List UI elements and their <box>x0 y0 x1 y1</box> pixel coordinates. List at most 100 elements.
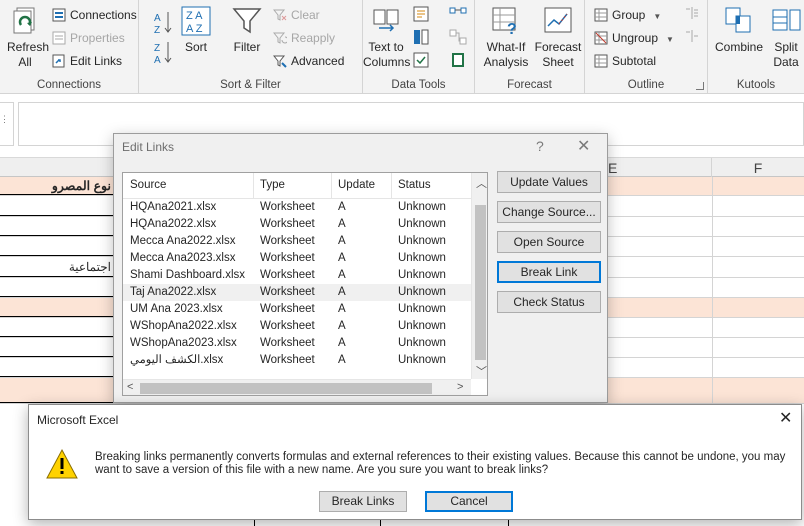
link-row[interactable]: Mecca Ana2022.xlsx Worksheet A Unknown <box>123 233 471 250</box>
sort-button[interactable]: Z AA Z Sort <box>179 6 213 55</box>
consolidate-icon[interactable] <box>449 6 467 22</box>
grid-cell[interactable]: اجتماعية <box>0 257 114 277</box>
change-source-button[interactable]: Change Source... <box>497 201 601 223</box>
cell-a1-text: نوع المصرو <box>51 179 111 193</box>
cell-a5-text: اجتماعية <box>68 260 111 274</box>
link-row[interactable]: HQAna2022.xlsx Worksheet A Unknown <box>123 216 471 233</box>
refresh-all-button[interactable]: Refresh All <box>2 6 49 70</box>
scroll-up-icon[interactable]: ︿ <box>476 175 487 191</box>
link-row[interactable]: Mecca Ana2023.xlsx Worksheet A Unknown <box>123 250 471 267</box>
open-source-button[interactable]: Open Source <box>497 231 601 253</box>
scroll-down-icon[interactable]: ﹀ <box>476 363 487 379</box>
advanced-button[interactable]: Advanced <box>273 51 344 71</box>
header-status[interactable]: Status <box>398 179 431 191</box>
vertical-scroll-thumb[interactable] <box>475 205 486 360</box>
links-list[interactable]: Source Type Update Status HQAna2021.xlsx… <box>122 172 488 396</box>
forecast-group: ? What-If Analysis Forecast Sheet Foreca… <box>475 0 585 94</box>
break-link-button[interactable]: Break Link <box>497 261 601 283</box>
horizontal-scroll-thumb[interactable] <box>140 383 432 394</box>
data-model-icon[interactable] <box>449 52 467 68</box>
grid-cell[interactable] <box>0 378 114 403</box>
remove-duplicates-icon[interactable] <box>413 29 429 45</box>
vertical-scrollbar[interactable]: ︿ ﹀ <box>471 173 487 379</box>
sort-icon: Z AA Z <box>181 6 211 36</box>
link-type: Worksheet <box>260 201 315 213</box>
grid-line <box>380 520 381 526</box>
forecast-sheet-button[interactable]: Forecast Sheet <box>533 6 583 70</box>
edit-links-label: Edit Links <box>70 54 123 68</box>
grid-cell[interactable] <box>0 217 114 236</box>
link-status: Unknown <box>398 252 446 264</box>
link-type: Worksheet <box>260 337 315 349</box>
column-header-e[interactable]: E <box>604 158 712 178</box>
column-header-a[interactable] <box>0 158 114 178</box>
filter-label: Filter <box>233 40 261 54</box>
edit-links-button[interactable]: Edit Links <box>52 51 122 71</box>
links-list-header: Source Type Update Status <box>123 173 471 199</box>
grid-cell[interactable] <box>0 237 114 256</box>
link-row[interactable]: WShopAna2023.xlsx Worksheet A Unknown <box>123 335 471 352</box>
link-update: A <box>338 269 346 281</box>
grid-cell[interactable]: نوع المصرو <box>0 177 114 195</box>
what-if-analysis-button[interactable]: ? What-If Analysis <box>479 6 533 70</box>
scroll-right-icon[interactable]: > <box>457 381 463 393</box>
link-status: Unknown <box>398 303 446 315</box>
show-detail-icon[interactable] <box>685 6 699 20</box>
scroll-left-icon[interactable]: < <box>127 381 133 393</box>
split-data-button[interactable]: Split Data <box>766 6 804 70</box>
subtotal-button[interactable]: Subtotal <box>594 51 656 71</box>
link-row[interactable]: UM Ana 2023.xlsx Worksheet A Unknown <box>123 301 471 318</box>
sort-az-button[interactable]: AZ <box>153 10 173 40</box>
edit-links-close-icon[interactable]: ✕ <box>577 136 590 156</box>
link-row[interactable]: HQAna2021.xlsx Worksheet A Unknown <box>123 199 471 216</box>
grid-cell[interactable] <box>0 318 114 337</box>
header-source[interactable]: Source <box>130 179 166 191</box>
svg-text:Z: Z <box>154 25 160 36</box>
header-separator[interactable] <box>253 173 254 199</box>
link-row-selected[interactable]: Taj Ana2022.xlsx Worksheet A Unknown <box>123 284 471 301</box>
svg-text:A: A <box>154 55 161 66</box>
ungroup-dropdown-icon[interactable]: ▼ <box>666 35 674 44</box>
group-button[interactable]: Group ▼ <box>594 5 661 25</box>
flash-fill-icon[interactable] <box>413 6 429 22</box>
cancel-button[interactable]: Cancel <box>425 491 513 512</box>
connections-button[interactable]: Connections <box>52 5 137 25</box>
filter-button[interactable]: Filter <box>227 6 267 55</box>
message-box-body: Breaking links permanently converts form… <box>29 435 801 519</box>
link-update: A <box>338 201 346 213</box>
grid-cell[interactable] <box>0 196 114 216</box>
combine-button[interactable]: Combine <box>712 6 766 55</box>
link-row[interactable]: WShopAna2022.xlsx Worksheet A Unknown <box>123 318 471 335</box>
grid-cell[interactable] <box>0 298 114 317</box>
data-validation-icon[interactable] <box>413 52 429 68</box>
update-values-button[interactable]: Update Values <box>497 171 601 193</box>
link-row[interactable]: Shami Dashboard.xlsx Worksheet A Unknown <box>123 267 471 284</box>
check-status-button[interactable]: Check Status <box>497 291 601 313</box>
grid-cell[interactable] <box>0 278 114 297</box>
horizontal-scrollbar[interactable]: < > <box>123 379 471 395</box>
relationships-icon[interactable] <box>449 29 467 45</box>
grid-cell[interactable] <box>0 338 114 357</box>
header-update[interactable]: Update <box>338 179 375 191</box>
column-header-f[interactable]: F <box>712 158 804 178</box>
header-separator[interactable] <box>391 173 392 199</box>
group-dropdown-icon[interactable]: ▼ <box>653 12 661 21</box>
message-box-title: Microsoft Excel <box>37 413 119 427</box>
header-separator[interactable] <box>331 173 332 199</box>
hide-detail-icon[interactable] <box>685 29 699 43</box>
break-links-button[interactable]: Break Links <box>319 491 407 512</box>
message-box-close-icon[interactable]: ✕ <box>779 408 792 428</box>
link-row[interactable]: الكشف اليومي.xlsx Worksheet A Unknown <box>123 352 471 369</box>
subtotal-icon <box>594 54 608 68</box>
grid-cell[interactable] <box>0 358 114 377</box>
properties-button[interactable]: Properties <box>52 28 125 48</box>
reapply-button[interactable]: Reapply <box>273 28 335 48</box>
sort-za-button[interactable]: ZA <box>153 40 173 70</box>
clear-button[interactable]: Clear <box>273 5 320 25</box>
forecast-sheet-icon <box>544 7 572 33</box>
text-to-columns-button[interactable]: Text to Columns <box>363 6 410 70</box>
header-type[interactable]: Type <box>260 179 285 191</box>
ungroup-button[interactable]: Ungroup ▼ <box>594 28 674 48</box>
column-f-gridline <box>712 177 713 407</box>
help-icon[interactable]: ? <box>536 138 544 154</box>
